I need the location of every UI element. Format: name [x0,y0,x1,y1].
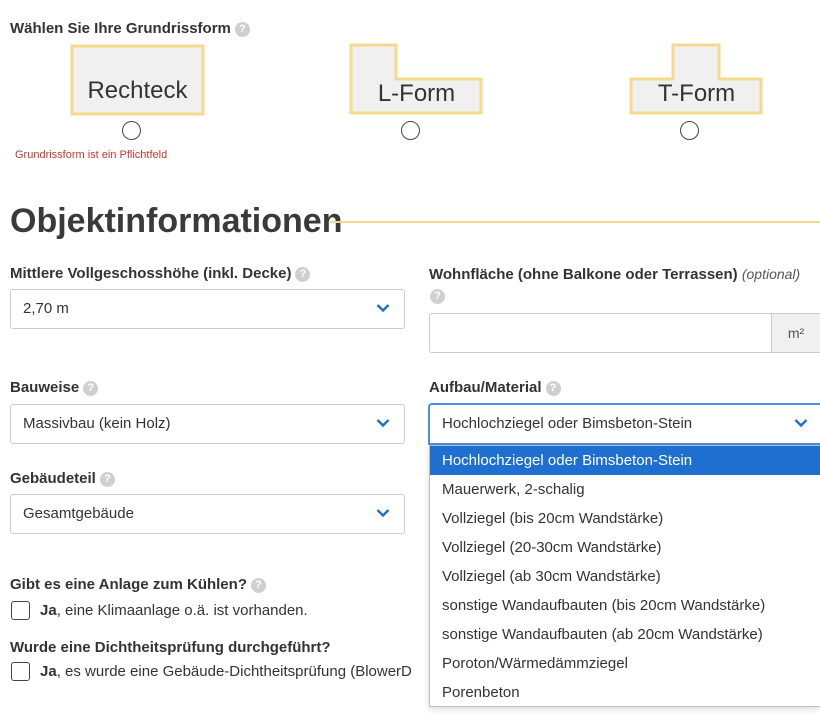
aufbau-option[interactable]: Vollziegel (bis 20cm Wandstärke) [430,504,820,533]
section-title: Objektinformationen [10,202,343,240]
grundriss-label: Wählen Sie Ihre Grundrissform? [10,20,250,37]
bauweise-label: Bauweise? [10,379,99,396]
kuehlung-ja: Ja [40,602,57,619]
wohnflaeche-unit: m² [771,313,820,353]
grundriss-label-text: Wählen Sie Ihre Grundrissform [10,20,231,37]
wohnflaeche-input[interactable] [429,313,772,353]
aufbau-dropdown-list[interactable]: Hochlochziegel oder Bimsbeton-Stein Maue… [429,445,820,707]
kuehlung-checkbox[interactable] [11,601,30,620]
aufbau-option[interactable]: Poroton/Wärmedämmziegel [430,649,820,678]
kuehlung-label-text: Gibt es eine Anlage zum Kühlen? [10,576,247,593]
bauweise-value: Massivbau (kein Holz) [23,415,171,432]
dichtheit-label: Wurde eine Dichtheitsprüfung durchgeführ… [10,639,331,656]
bauweise-label-text: Bauweise [10,379,80,396]
geschosshoehe-label: Mittlere Vollgeschosshöhe (inkl. Decke)? [10,265,311,282]
wohnflaeche-label: Wohnfläche (ohne Balkone oder Terrassen)… [429,266,800,283]
kuehlung-label: Gibt es eine Anlage zum Kühlen?? [10,576,266,593]
aufbau-label: Aufbau/Material? [429,379,561,396]
gebaeudeteil-value: Gesamtgebäude [23,505,134,522]
help-icon[interactable]: ? [295,267,311,282]
wohnflaeche-label-text: Wohnfläche (ohne Balkone oder Terrassen) [429,266,738,283]
dichtheit-label-text: Wurde eine Dichtheitsprüfung durchgeführ… [10,639,331,656]
geschosshoehe-value: 2,70 m [23,300,69,317]
aufbau-option[interactable]: sonstige Wandaufbauten (bis 20cm Wandstä… [430,591,820,620]
geschosshoehe-label-text: Mittlere Vollgeschosshöhe (inkl. Decke) [10,265,292,282]
chevron-down-icon [376,304,390,313]
gebaeudeteil-select[interactable]: Gesamtgebäude [10,494,405,534]
wohnflaeche-optional: (optional) [741,266,801,282]
aufbau-option[interactable]: Vollziegel (20-30cm Wandstärke) [430,533,820,562]
l-form-radio[interactable] [401,121,420,140]
help-icon[interactable]: ? [545,381,561,396]
chevron-down-icon [376,509,390,518]
gebaeudeteil-label-text: Gebäudeteil [10,470,96,487]
t-form-radio[interactable] [680,121,699,140]
aufbau-value: Hochlochziegel oder Bimsbeton-Stein [442,415,693,432]
dichtheit-checkbox-label[interactable]: Ja, es wurde eine Gebäude-Dichtheitsprüf… [40,663,412,680]
aufbau-option[interactable]: sonstige Wandaufbauten (ab 20cm Wandstär… [430,620,820,649]
rechteck-label: Rechteck [87,77,188,104]
section-divider [330,221,820,223]
kuehlung-checkbox-label[interactable]: Ja, eine Klimaanlage o.ä. ist vorhanden. [40,602,308,619]
help-icon[interactable]: ? [250,578,266,593]
help-icon[interactable]: ? [234,22,250,37]
help-icon[interactable]: ? [430,289,445,304]
rechteck-radio[interactable] [122,121,141,140]
gebaeudeteil-label: Gebäudeteil? [10,470,115,487]
l-form-label: L-Form [377,80,456,107]
aufbau-select[interactable]: Hochlochziegel oder Bimsbeton-Stein [429,404,820,444]
aufbau-label-text: Aufbau/Material [429,379,542,396]
aufbau-option[interactable]: Hochlochziegel oder Bimsbeton-Stein [430,446,820,475]
aufbau-option[interactable]: Porenbeton [430,678,820,707]
dichtheit-checkbox[interactable] [11,662,30,681]
dichtheit-ja: Ja [40,663,57,680]
aufbau-option[interactable]: Mauerwerk, 2-schalig [430,475,820,504]
help-icon[interactable]: ? [83,381,99,396]
t-form-label: T-Form [657,80,736,107]
bauweise-select[interactable]: Massivbau (kein Holz) [10,404,405,444]
chevron-down-icon [794,419,808,428]
help-icon[interactable]: ? [99,472,115,487]
grundriss-error: Grundrissform ist ein Pflichtfeld [15,149,168,161]
aufbau-option[interactable]: Vollziegel (ab 30cm Wandstärke) [430,562,820,591]
dichtheit-text: , es wurde eine Gebäude-Dichtheitsprüfun… [56,663,412,680]
kuehlung-text: , eine Klimaanlage o.ä. ist vorhanden. [56,602,308,619]
chevron-down-icon [376,419,390,428]
geschosshoehe-select[interactable]: 2,70 m [10,289,405,329]
